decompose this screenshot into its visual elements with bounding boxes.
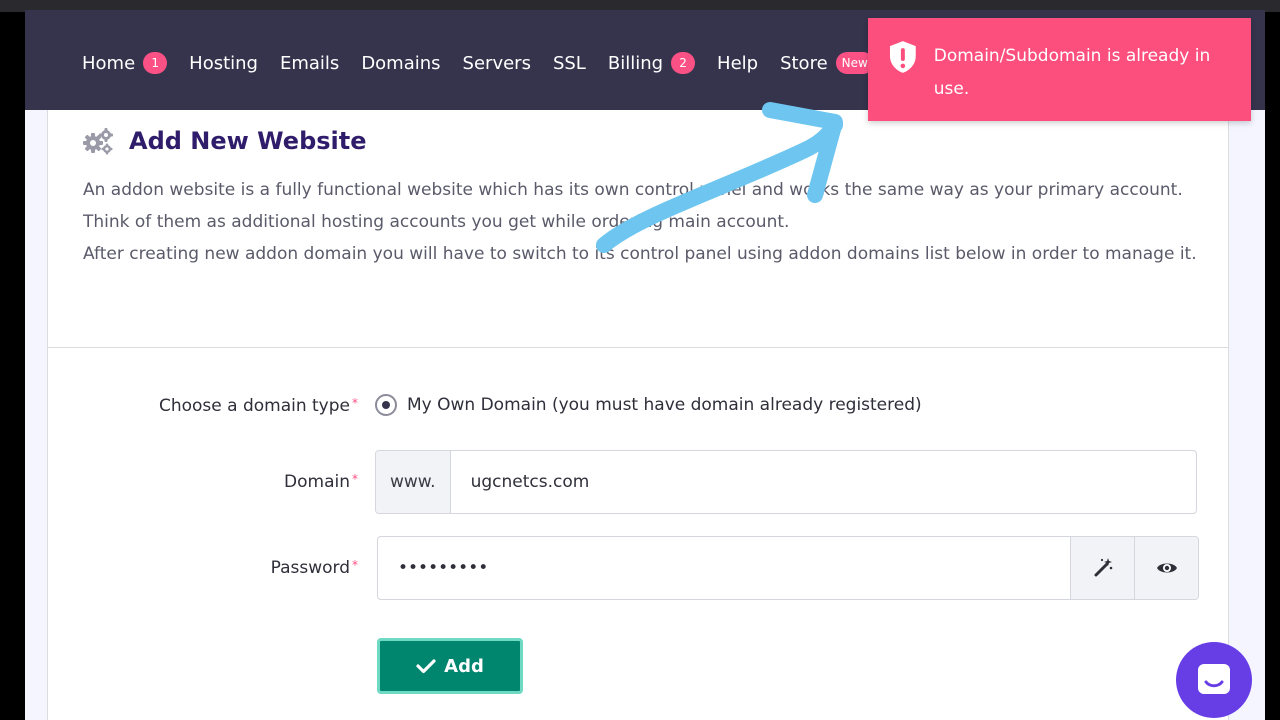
page-description: An addon website is a fully functional w…: [83, 174, 1203, 270]
nav-home-label: Home: [82, 52, 136, 74]
nav-ssl[interactable]: SSL: [553, 53, 586, 74]
nav-domains-label: Domains: [361, 52, 441, 74]
domain-type-radio[interactable]: [375, 394, 397, 416]
domain-type-label: Choose a domain type *: [128, 396, 358, 416]
add-website-card: Add New Website An addon website is a fu…: [47, 110, 1229, 720]
description-line-1: An addon website is a fully functional w…: [83, 180, 1183, 200]
check-icon: [416, 659, 436, 674]
domain-row: Domain * www.: [48, 450, 1228, 514]
password-input-group: [377, 536, 1199, 600]
add-button-label: Add: [444, 655, 484, 677]
domain-input[interactable]: [450, 451, 1196, 513]
description-line-2: Think of them as additional hosting acco…: [83, 212, 790, 232]
nav-home-badge: 1: [143, 52, 168, 74]
eye-icon: [1156, 563, 1177, 573]
nav-hosting-label: Hosting: [189, 52, 258, 74]
password-label: Password *: [128, 558, 358, 578]
nav-home[interactable]: Home 1: [82, 52, 168, 74]
card-header: Add New Website An addon website is a fu…: [48, 110, 1228, 348]
nav-billing[interactable]: Billing 2: [607, 52, 696, 74]
nav-menu: Home 1 Hosting Emails Domains Servers SS…: [82, 48, 874, 78]
nav-emails-label: Emails: [279, 52, 340, 74]
required-mark: *: [352, 558, 358, 572]
toggle-password-visibility-button[interactable]: [1134, 537, 1198, 599]
page-title: Add New Website: [129, 127, 367, 155]
domain-label: Domain *: [128, 472, 358, 492]
domain-type-label-text: Choose a domain type: [158, 396, 350, 416]
chat-launcher-button[interactable]: [1176, 642, 1252, 718]
domain-prefix: www.: [376, 451, 451, 513]
password-label-text: Password: [270, 558, 350, 578]
nav-servers[interactable]: Servers: [463, 53, 531, 74]
nav-billing-badge: 2: [671, 52, 696, 74]
nav-emails[interactable]: Emails: [280, 53, 339, 74]
shield-alert-icon: [889, 41, 916, 73]
nav-billing-label: Billing: [607, 52, 664, 74]
generate-password-button[interactable]: [1070, 537, 1134, 599]
domain-type-option-label: My Own Domain (you must have domain alre…: [407, 395, 922, 415]
error-toast[interactable]: Domain/Subdomain is already in use.: [868, 18, 1251, 121]
nav-domains[interactable]: Domains: [361, 53, 440, 74]
password-input[interactable]: [378, 537, 1070, 599]
add-button[interactable]: Add: [377, 638, 523, 694]
nav-ssl-label: SSL: [552, 52, 586, 74]
password-row: Password *: [48, 536, 1228, 600]
toast-message: Domain/Subdomain is already in use.: [933, 46, 1211, 99]
required-mark: *: [352, 472, 358, 486]
chat-icon: [1198, 664, 1230, 694]
magic-wand-icon: [1094, 558, 1112, 577]
nav-help-label: Help: [717, 52, 759, 74]
screen: Home 1 Hosting Emails Domains Servers SS…: [0, 0, 1280, 720]
nav-help[interactable]: Help: [717, 53, 758, 74]
nav-hosting[interactable]: Hosting: [189, 53, 258, 74]
required-mark: *: [352, 396, 358, 410]
domain-label-text: Domain: [284, 472, 350, 492]
nav-servers-label: Servers: [462, 52, 531, 74]
domain-type-option[interactable]: My Own Domain (you must have domain alre…: [375, 394, 922, 416]
title-row: Add New Website: [81, 126, 367, 156]
domain-type-row: Choose a domain type * My Own Domain (you…: [48, 394, 1228, 424]
domain-input-group: www.: [375, 450, 1197, 514]
gears-icon: [83, 128, 113, 155]
nav-store[interactable]: Store New: [780, 52, 874, 74]
description-line-3: After creating new addon domain you will…: [83, 244, 1197, 264]
nav-store-label: Store: [780, 52, 828, 74]
